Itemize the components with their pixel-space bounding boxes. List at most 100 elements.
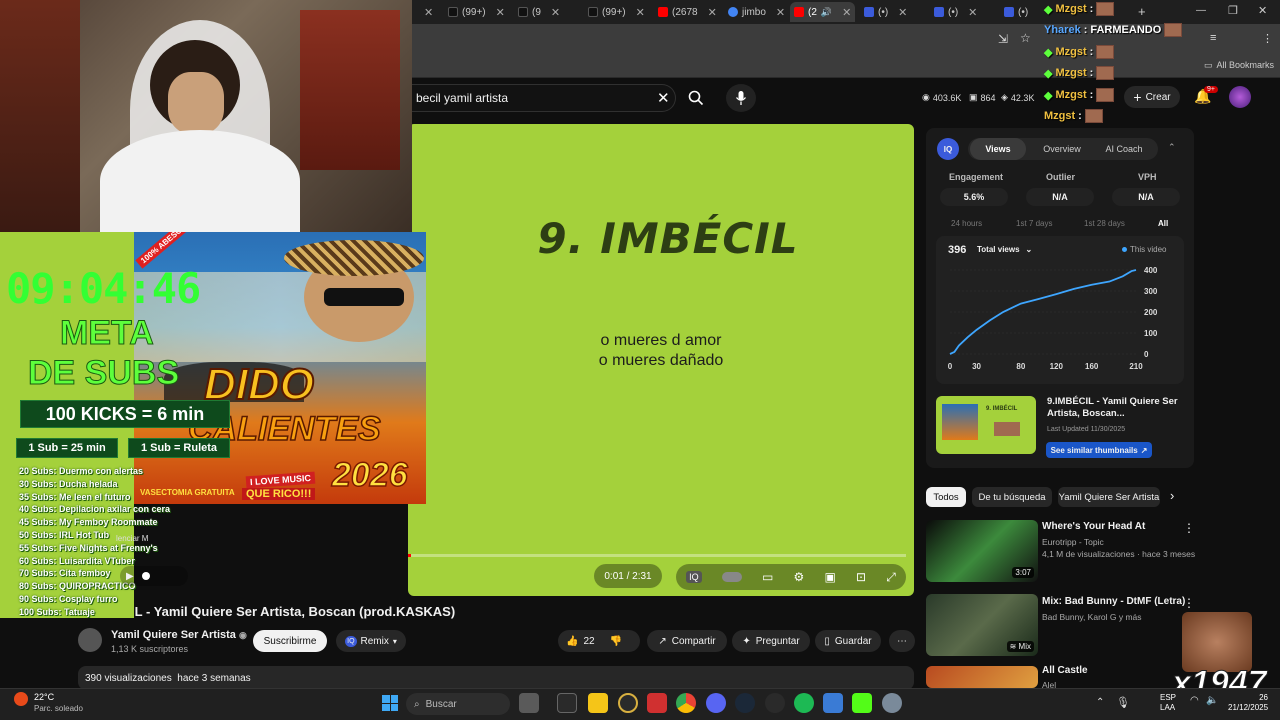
rec-channel[interactable]: Bad Bunny, Karol G y más: [1042, 612, 1142, 622]
browser-tab[interactable]: (•): [1000, 2, 1032, 22]
play-icon[interactable]: ▶: [126, 571, 134, 582]
chip-from-search[interactable]: De tu búsqueda: [972, 487, 1052, 507]
description-box[interactable]: 390 visualizaciones hace 3 semanas: [78, 666, 914, 690]
taskbar-app-icon[interactable]: [557, 693, 577, 713]
rec-thumbnail[interactable]: [926, 666, 1038, 688]
chip-todos[interactable]: Todos: [926, 487, 966, 507]
bookmark-star-icon[interactable]: ☆: [1020, 31, 1031, 45]
range-7d[interactable]: 1st 7 days: [1016, 219, 1052, 228]
range-24h[interactable]: 24 hours: [951, 219, 982, 228]
clear-search-icon[interactable]: ✕: [657, 89, 670, 107]
rec-title[interactable]: Where's Your Head At: [1042, 521, 1145, 532]
tray-chevron-icon[interactable]: ⌃: [1096, 697, 1104, 708]
spotify-icon[interactable]: [794, 693, 814, 713]
rec-thumbnail[interactable]: 3:07: [926, 520, 1038, 582]
tab-views[interactable]: Views: [970, 138, 1026, 160]
channel-avatar[interactable]: [78, 628, 102, 652]
cast-icon[interactable]: ⊡: [856, 570, 866, 584]
taskbar-search[interactable]: ⌕ Buscar: [406, 693, 510, 715]
browser-tab[interactable]: (2678 ✕: [654, 2, 721, 22]
close-window-icon[interactable]: ✕: [1258, 4, 1267, 17]
range-28d[interactable]: 1st 28 days: [1084, 219, 1125, 228]
more-actions-button[interactable]: ⋯: [889, 630, 915, 652]
rec-more-icon[interactable]: ⋮: [1183, 596, 1195, 610]
channel-name[interactable]: Yamil Quiere Ser Artista ◉: [111, 629, 247, 641]
account-avatar[interactable]: [1229, 86, 1251, 108]
browser-tab[interactable]: (99+) ✕: [444, 2, 509, 22]
rec-more-icon[interactable]: ⋮: [1183, 521, 1195, 535]
rec-channel[interactable]: Eurotripp - Topic: [1042, 537, 1104, 547]
tab-close-icon[interactable]: ✕: [496, 6, 505, 19]
thumbnail-image[interactable]: 9. IMBÉCIL: [936, 396, 1036, 454]
discord-icon[interactable]: [706, 693, 726, 713]
tab-overview[interactable]: Overview: [1034, 138, 1090, 160]
windows-start-icon[interactable]: [382, 695, 398, 711]
browser-tab[interactable]: (9 ✕: [514, 2, 564, 22]
browser-tab-active[interactable]: (2 🔊 ✕: [790, 2, 856, 22]
browser-tab[interactable]: (99+) ✕: [584, 2, 649, 22]
taskbar-app-icon[interactable]: [823, 693, 843, 713]
subtitles-icon[interactable]: ▭: [762, 570, 773, 584]
taskbar-app-icon[interactable]: [647, 693, 667, 713]
chrome-icon[interactable]: [676, 693, 696, 713]
voice-search-button[interactable]: [726, 84, 756, 112]
tab-close-icon[interactable]: ✕: [551, 6, 560, 19]
share-button[interactable]: ↗ Compartir: [647, 630, 727, 652]
miniplayer-icon[interactable]: ▣: [824, 570, 835, 584]
chip-channel[interactable]: Yamil Quiere Ser Artista: [1058, 487, 1160, 507]
search-button[interactable]: [678, 84, 714, 112]
file-explorer-icon[interactable]: [588, 693, 608, 713]
tab-close-icon[interactable]: ✕: [636, 6, 645, 19]
weather-icon[interactable]: [14, 692, 28, 706]
browser-tab[interactable]: (•) ✕: [930, 2, 981, 22]
subscribe-button[interactable]: Suscribirme: [253, 630, 327, 652]
similar-thumbnails-button[interactable]: See similar thumbnails ↗: [1046, 442, 1152, 458]
progress-bar[interactable]: [408, 554, 906, 557]
language-indicator[interactable]: ESP LAA: [1160, 693, 1176, 713]
rec-title[interactable]: All Castle: [1042, 665, 1088, 676]
minimize-icon[interactable]: —: [1196, 5, 1206, 16]
ask-button[interactable]: ✦ Preguntar: [732, 630, 810, 652]
rec-thumbnail[interactable]: ≋ Mix: [926, 594, 1038, 656]
iq-icon[interactable]: IQ: [686, 571, 702, 583]
taskbar-app-icon[interactable]: [618, 693, 638, 713]
tab-close-icon[interactable]: ✕: [776, 6, 785, 19]
volume-icon[interactable]: 🔈: [1206, 695, 1218, 706]
new-tab-icon[interactable]: +: [1138, 4, 1146, 19]
remix-button[interactable]: IQ Remix ▾: [336, 630, 406, 652]
collapse-chevron-icon[interactable]: ⌃: [1168, 142, 1176, 153]
browser-tab[interactable]: jimbo ✕: [724, 2, 789, 22]
kick-icon[interactable]: [852, 693, 872, 713]
like-icon[interactable]: 👍: [566, 636, 578, 647]
browser-tab[interactable]: ✕: [420, 2, 437, 22]
tab-ai-coach[interactable]: AI Coach: [1096, 138, 1152, 160]
tab-close-icon[interactable]: ✕: [968, 6, 977, 19]
range-all[interactable]: All: [1158, 219, 1168, 228]
search-input[interactable]: becil yamil artista: [408, 84, 676, 112]
chips-next-icon[interactable]: ›: [1170, 488, 1174, 503]
clock[interactable]: 26 21/12/2025: [1228, 693, 1268, 713]
menu-lines-icon[interactable]: ≡: [1210, 32, 1216, 44]
steam-icon[interactable]: [735, 693, 755, 713]
tab-close-icon[interactable]: ✕: [708, 6, 717, 19]
volume-control[interactable]: ▶: [120, 566, 188, 586]
obs-icon[interactable]: [765, 693, 785, 713]
settings-gear-icon[interactable]: ⚙: [794, 570, 805, 584]
autoplay-toggle[interactable]: [721, 572, 742, 582]
browser-tab[interactable]: (•) ✕: [860, 2, 911, 22]
install-icon[interactable]: ⇲: [998, 32, 1008, 46]
volume-knob[interactable]: [141, 572, 150, 580]
tab-close-icon[interactable]: ✕: [898, 6, 907, 19]
more-vert-icon[interactable]: ⋮: [1262, 32, 1273, 45]
fullscreen-icon[interactable]: ⤢: [886, 570, 896, 585]
tab-close-icon[interactable]: ✕: [842, 6, 851, 19]
video-player[interactable]: 9. IMBÉCIL o mueres d amor o mueres daña…: [408, 124, 914, 596]
save-button[interactable]: ▯ Guardar: [815, 630, 881, 652]
dislike-icon[interactable]: 👎: [610, 636, 622, 647]
taskbar-app-icon[interactable]: [519, 693, 539, 713]
create-button[interactable]: + Crear: [1124, 86, 1180, 108]
settings-app-icon[interactable]: [882, 693, 902, 713]
all-bookmarks[interactable]: ▭ All Bookmarks: [1204, 60, 1274, 71]
maximize-icon[interactable]: ❐: [1228, 4, 1238, 17]
mic-tray-icon[interactable]: 🎙: [1116, 696, 1130, 709]
